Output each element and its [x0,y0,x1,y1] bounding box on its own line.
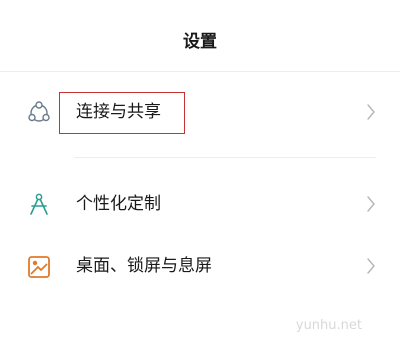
share-connect-icon [26,100,52,126]
header-bar: 设置 [0,0,400,72]
highlight-box [59,92,185,134]
settings-item-desktop-lockscreen[interactable]: 桌面、锁屏与息屏 [0,242,400,290]
chevron-right-icon [366,102,376,122]
chevron-right-icon [366,194,376,214]
wallpaper-icon [26,254,52,280]
page-title: 设置 [183,32,217,52]
watermark: yunhu.net [295,318,362,333]
settings-item-label: 个性化定制 [76,194,161,214]
chevron-right-icon [366,256,376,276]
compass-icon [26,192,52,218]
divider [74,157,376,158]
settings-item-personalization[interactable]: 个性化定制 [0,180,400,228]
settings-item-label: 桌面、锁屏与息屏 [76,256,212,276]
